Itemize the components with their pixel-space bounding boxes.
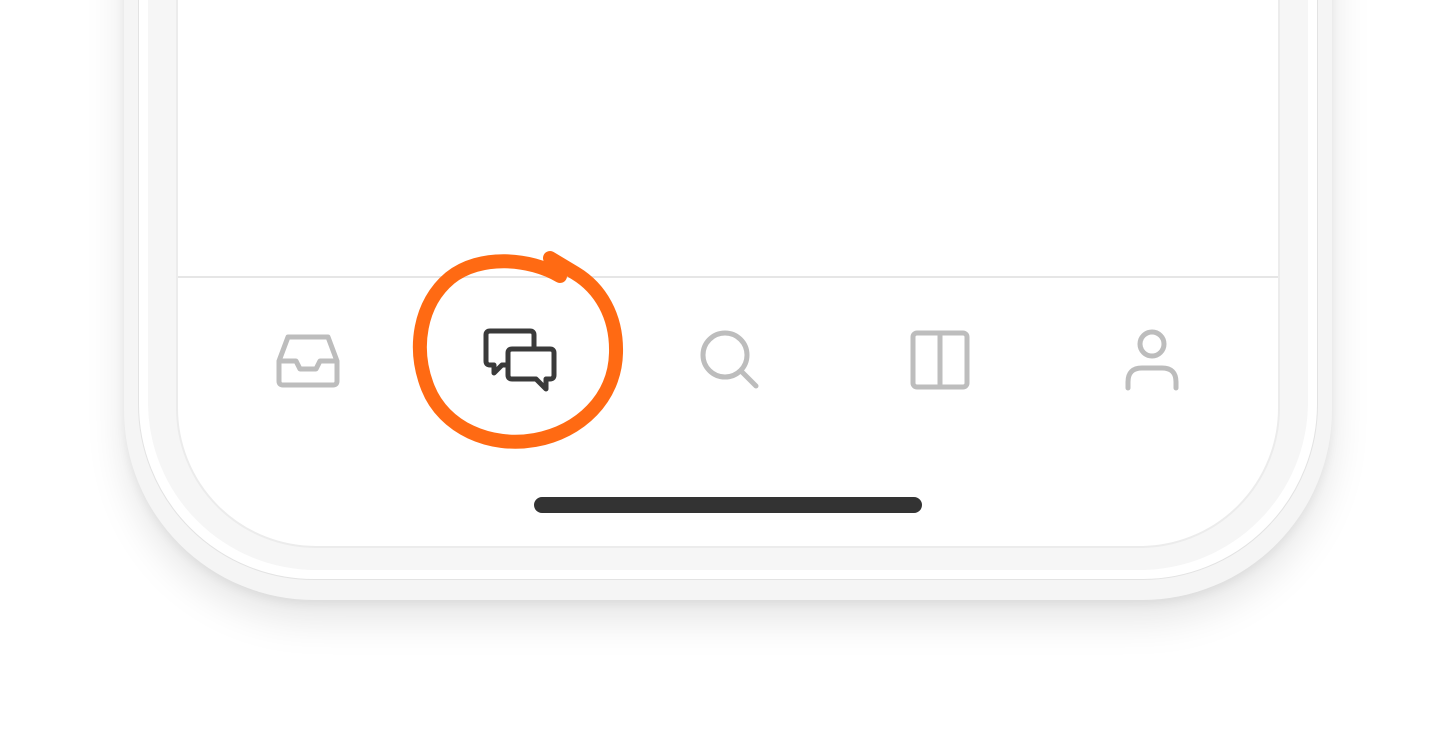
home-indicator (534, 497, 922, 513)
tab-chat[interactable] (480, 320, 560, 400)
chat-bubbles-icon (483, 328, 557, 392)
person-icon (1125, 329, 1179, 391)
phone-screen (176, 0, 1280, 548)
columns-icon (910, 330, 970, 390)
content-area (178, 0, 1278, 278)
bottom-tab-bar (178, 280, 1278, 440)
tab-search[interactable] (690, 320, 770, 400)
tab-inbox[interactable] (268, 320, 348, 400)
tab-profile[interactable] (1112, 320, 1192, 400)
app-screenshot (0, 0, 1456, 743)
inbox-icon (276, 334, 340, 388)
tab-reader[interactable] (900, 320, 980, 400)
search-icon (700, 330, 759, 389)
